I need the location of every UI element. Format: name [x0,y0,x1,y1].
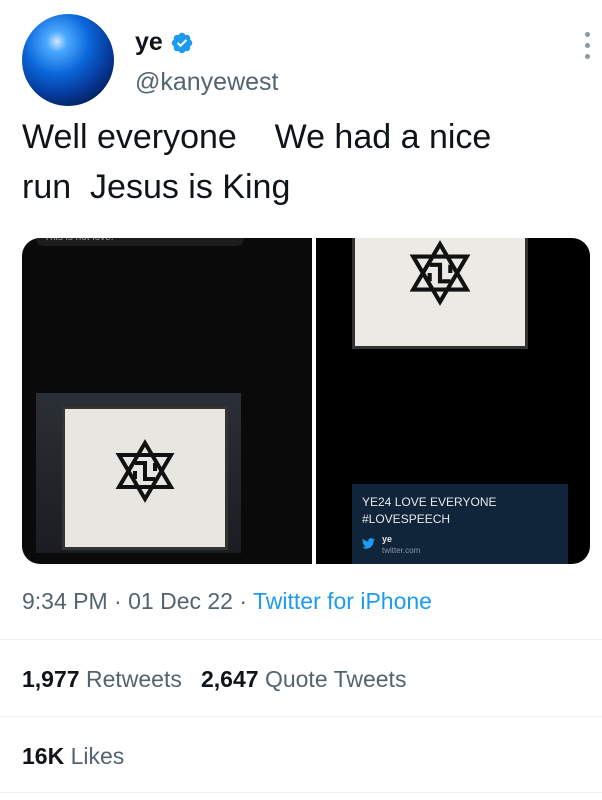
more-options-icon[interactable] [582,32,592,72]
tweet-header: ye @kanyewest [22,14,592,114]
card-hashtag: #LOVESPEECH [362,512,451,526]
quote-tweets-stat[interactable]: 2,647 Quote Tweets [201,666,406,692]
divider [0,639,602,640]
tweet-date[interactable]: 01 Dec 22 [128,588,233,614]
card-domain: twitter.com [382,546,421,555]
card-user: ye [382,534,393,544]
tweet-media[interactable]: This is not love. YE24 LOVE [22,238,590,564]
star-symbol-icon [409,240,471,306]
divider [0,716,602,717]
name-row: ye [135,28,194,57]
media-image-left[interactable]: This is not love. [22,238,312,564]
tweet-meta: 9:34 PM · 01 Dec 22 · Twitter for iPhone [22,588,432,615]
link-card[interactable]: YE24 LOVE EVERYONE #LOVESPEECH ye twitte… [352,484,568,564]
engagement-stats: 1,977 Retweets 2,647 Quote Tweets [22,666,406,693]
retweets-count: 1,977 [22,666,80,692]
likes-stat[interactable]: 16K Likes [22,743,124,770]
image-caption: This is not love. [36,238,244,246]
likes-count: 16K [22,743,65,769]
meta-separator: · [107,588,129,614]
quote-tweets-label: Quote Tweets [264,666,407,692]
meta-separator: · [232,588,253,614]
monitor-screen [352,238,528,349]
divider [0,792,602,793]
verified-badge-icon [171,32,193,53]
card-title: YE24 LOVE EVERYONE [362,495,497,509]
tweet-source[interactable]: Twitter for iPhone [253,588,432,614]
display-name[interactable]: ye [135,28,163,57]
quote-tweets-count: 2,647 [201,666,259,692]
retweets-stat[interactable]: 1,977 Retweets [22,666,182,692]
tweet-time[interactable]: 9:34 PM [22,588,108,614]
star-symbol-icon [115,439,175,503]
media-image-right[interactable]: YE24 LOVE EVERYONE #LOVESPEECH ye twitte… [316,238,590,564]
user-handle[interactable]: @kanyewest [135,68,279,97]
tweet-text: Well everyone We had a nice run Jesus is… [22,118,492,206]
likes-label: Likes [70,743,125,769]
monitor-screen [62,406,228,550]
avatar[interactable] [22,14,114,106]
retweets-label: Retweets [85,666,182,692]
twitter-bird-icon [362,538,375,549]
